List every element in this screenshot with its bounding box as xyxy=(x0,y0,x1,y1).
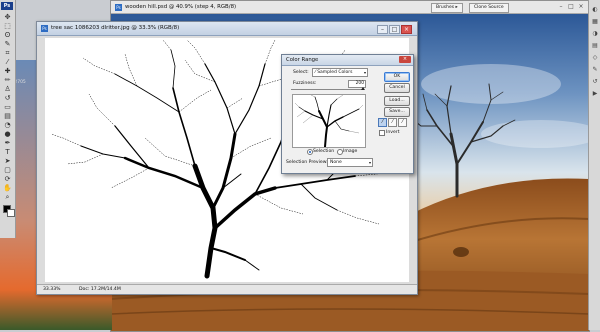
select-label: Select: xyxy=(293,70,309,75)
invert-checkbox[interactable] xyxy=(379,130,385,136)
eraser-tool-icon[interactable]: ▭ xyxy=(3,103,12,112)
close-icon[interactable]: × xyxy=(577,3,585,10)
ok-button[interactable]: OK xyxy=(384,72,410,82)
marquee-tool-icon[interactable]: ⬚ xyxy=(3,22,12,31)
maximize-icon[interactable]: □ xyxy=(567,3,575,10)
type-tool-icon[interactable]: T xyxy=(3,148,12,157)
dodge-tool-icon[interactable]: ● xyxy=(3,130,12,139)
select-dropdown-value: Sampled Colors xyxy=(317,70,353,75)
tree-status-bar: 33.33% Doc: 17.2M/14.4M xyxy=(37,284,417,294)
photoshop-document-icon: Ps xyxy=(115,4,122,11)
pen-tool-icon[interactable]: ✒ xyxy=(3,139,12,148)
shape-tool-icon[interactable]: ▢ xyxy=(3,166,12,175)
tools-panel: Ps ✥ ⬚ ʘ ✎ ⌗ ⁄ ✚ ✏ ♙ ↺ ▭ ▤ ◔ ● ✒ T ➤ ▢ ⟳ ✋ ⌕ xyxy=(0,0,16,238)
eyedropper-tool-icon[interactable]: ⁄ xyxy=(3,58,12,67)
add-to-sample-eyedropper-icon[interactable]: ⁄ xyxy=(388,118,397,127)
save-button[interactable]: Save... xyxy=(384,107,410,117)
chevron-down-icon: ▾ xyxy=(363,70,366,75)
image-radio-label: Image xyxy=(343,149,358,154)
color-range-dialog[interactable]: Color Range × Select: ⁄ Sampled Colors ▾… xyxy=(281,54,414,174)
brushes-panel-tab[interactable]: Brushes ▸ xyxy=(431,3,463,13)
gradient-tool-icon[interactable]: ▤ xyxy=(3,112,12,121)
right-panel-dock: ◐ ▦ ◑ ▤ ◇ ✎ ↺ ▶ xyxy=(588,0,600,330)
clone-source-panel-tab[interactable]: Clone Source xyxy=(469,3,509,13)
history-panel-icon[interactable]: ↺ xyxy=(591,78,599,86)
minimize-icon[interactable]: – xyxy=(557,3,565,10)
fuzziness-label: Fuzziness: xyxy=(293,81,317,86)
zoom-level[interactable]: 33.33% xyxy=(43,285,61,294)
maximize-icon[interactable]: □ xyxy=(389,25,400,34)
blur-tool-icon[interactable]: ◔ xyxy=(3,121,12,130)
fuzziness-slider-thumb[interactable] xyxy=(361,87,365,90)
invert-label: Invert xyxy=(386,130,400,135)
3d-rotate-tool-icon[interactable]: ⟳ xyxy=(3,175,12,184)
close-icon[interactable]: × xyxy=(401,25,412,34)
lasso-tool-icon[interactable]: ʘ xyxy=(3,31,12,40)
eyedropper-icon[interactable]: ⁄ xyxy=(378,118,387,127)
swatches-panel-icon[interactable]: ▦ xyxy=(591,18,599,26)
subtract-from-sample-eyedropper-icon[interactable]: ⁄ xyxy=(398,118,407,127)
selection-preview-label: Selection Preview: xyxy=(286,160,328,165)
load-button[interactable]: Load... xyxy=(384,96,410,106)
preview-tree-image xyxy=(294,95,364,147)
select-dropdown[interactable]: ⁄ Sampled Colors ▾ xyxy=(312,68,368,77)
close-icon[interactable]: × xyxy=(399,56,411,63)
quick-select-tool-icon[interactable]: ✎ xyxy=(3,40,12,49)
tree-window-title: tree sac 1086203 dlritter.jpg @ 33.3% (R… xyxy=(51,25,180,31)
chevron-down-icon: ▾ xyxy=(368,160,371,165)
minimize-icon[interactable]: – xyxy=(377,25,388,34)
hand-tool-icon[interactable]: ✋ xyxy=(3,184,12,193)
color-panel-icon[interactable]: ◐ xyxy=(591,6,599,14)
channels-panel-icon[interactable]: ◇ xyxy=(591,54,599,62)
paths-panel-icon[interactable]: ✎ xyxy=(591,66,599,74)
tree-window-title-bar[interactable]: Ps tree sac 1086203 dlritter.jpg @ 33.3% … xyxy=(37,22,417,36)
path-select-tool-icon[interactable]: ➤ xyxy=(3,157,12,166)
background-color-swatch[interactable] xyxy=(7,209,15,217)
selection-preview-thumbnail xyxy=(292,94,366,148)
move-tool-icon[interactable]: ✥ xyxy=(3,13,12,22)
healing-brush-tool-icon[interactable]: ✚ xyxy=(3,67,12,76)
clone-stamp-tool-icon[interactable]: ♙ xyxy=(3,85,12,94)
fuzziness-slider-track[interactable] xyxy=(291,89,363,90)
selection-radio-label: Selection xyxy=(313,149,335,154)
color-range-title-bar[interactable]: Color Range × xyxy=(282,55,413,66)
selection-preview-dropdown[interactable]: None ▾ xyxy=(327,158,373,167)
photoshop-document-icon: Ps xyxy=(41,25,48,32)
selection-preview-value: None xyxy=(330,160,342,165)
zoom-tool-icon[interactable]: ⌕ xyxy=(3,193,12,202)
wooden-hill-title-bar[interactable]: Ps wooden hill.psd @ 40.9% (step 4, RGB/8… xyxy=(111,1,589,14)
adjustments-panel-icon[interactable]: ◑ xyxy=(591,30,599,38)
layers-panel-icon[interactable]: ▤ xyxy=(591,42,599,50)
brush-tool-icon[interactable]: ✏ xyxy=(3,76,12,85)
document-size: Doc: 17.2M/14.4M xyxy=(79,287,121,292)
history-brush-tool-icon[interactable]: ↺ xyxy=(3,94,12,103)
wooden-hill-title: wooden hill.psd @ 40.9% (step 4, RGB/8) xyxy=(125,4,237,10)
crop-tool-icon[interactable]: ⌗ xyxy=(3,49,12,58)
photoshop-logo: Ps xyxy=(1,2,13,10)
cancel-button[interactable]: Cancel xyxy=(384,83,410,93)
color-range-title: Color Range xyxy=(286,57,319,63)
actions-panel-icon[interactable]: ▶ xyxy=(591,90,599,98)
